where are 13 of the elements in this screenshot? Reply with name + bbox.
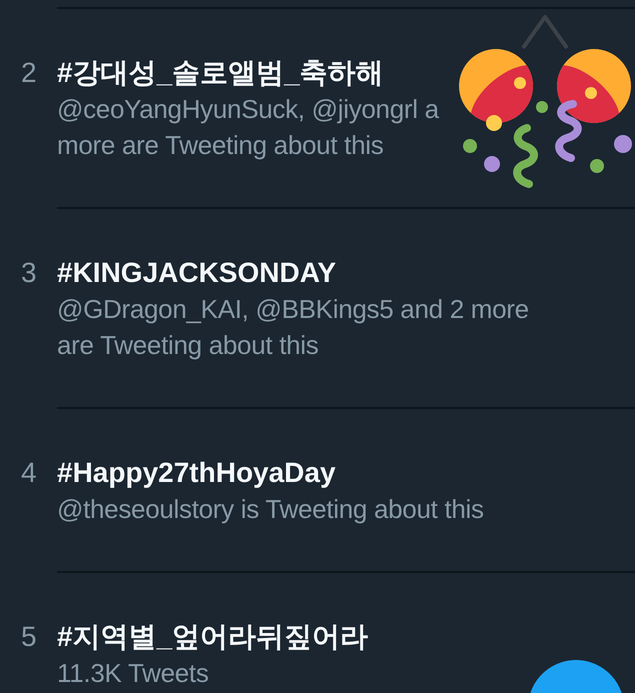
- trend-context: 11.3K Tweets: [57, 657, 209, 690]
- trend-hashtag[interactable]: #지역별_엎어라뒤짚어라: [57, 619, 368, 655]
- trend-context: @ceoYangHyunSuck, @jiyongrl a more are Tweeting about this: [57, 93, 440, 162]
- trend-rank: 3: [21, 256, 37, 290]
- trend-context: @theseoulstory is Tweeting about this: [57, 493, 484, 526]
- trend-hashtag[interactable]: #Happy27thHoyaDay: [57, 455, 336, 491]
- trend-hashtag[interactable]: #KINGJACKSONDAY: [57, 255, 336, 291]
- trend-context: @GDragon_KAI, @BBKings5 and 2 more are Tweeting about this: [57, 293, 530, 362]
- trend-hashtag[interactable]: #강대성_솔로앨범_축하해: [57, 55, 384, 91]
- trend-rank: 4: [21, 456, 37, 490]
- trend-rank: 2: [21, 56, 37, 90]
- floating-action-button[interactable]: [530, 660, 622, 693]
- trend-rank: 5: [21, 620, 37, 654]
